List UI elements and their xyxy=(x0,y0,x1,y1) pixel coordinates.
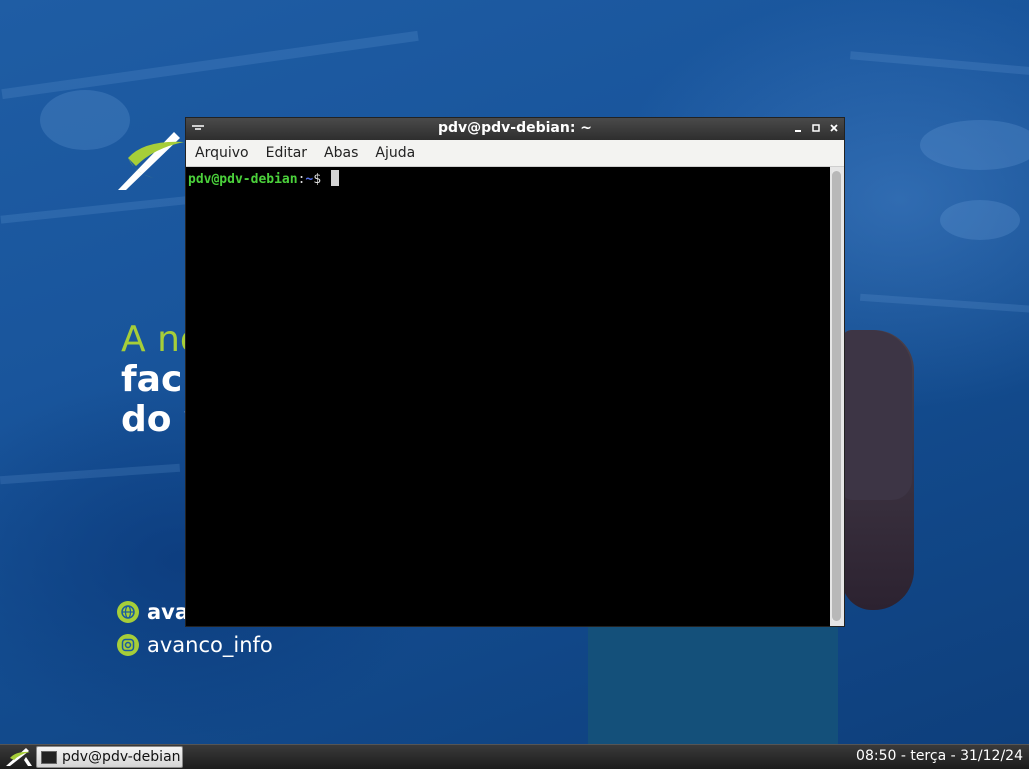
taskbar-terminal-label: pdv@pdv-debian... xyxy=(62,749,183,765)
wallpaper-shelf xyxy=(859,293,1029,314)
wallpaper-blur xyxy=(940,200,1020,240)
menu-arquivo[interactable]: Arquivo xyxy=(187,145,257,161)
terminal-icon xyxy=(41,750,57,764)
wallpaper-shelf xyxy=(850,51,1029,77)
scrollbar-thumb[interactable] xyxy=(832,171,841,621)
close-icon xyxy=(830,124,838,132)
close-button[interactable] xyxy=(828,121,840,135)
terminal-window[interactable]: pdv@pdv-debian: ~ Arquivo Editar Abas Aj… xyxy=(186,118,844,626)
social-instagram: avanco_info xyxy=(117,633,273,657)
taskbar-clock[interactable]: 08:50 - terça - 31/12/24 xyxy=(856,748,1023,764)
avanco-logo xyxy=(118,132,184,190)
terminal-scrollbar[interactable] xyxy=(830,167,844,626)
menu-bar: Arquivo Editar Abas Ajuda xyxy=(186,140,844,167)
menu-editar[interactable]: Editar xyxy=(258,145,315,161)
window-title: pdv@pdv-debian: ~ xyxy=(437,120,593,136)
prompt-symbol: $ xyxy=(313,172,322,187)
maximize-icon xyxy=(812,124,820,132)
prompt-user-host: pdv@pdv-debian xyxy=(188,172,298,187)
taskbar-terminal-button[interactable]: pdv@pdv-debian... xyxy=(36,746,183,768)
terminal-output[interactable]: pdv@pdv-debian:~$ xyxy=(186,167,830,626)
social-instagram-text: avanco_info xyxy=(147,633,273,657)
wallpaper-shelf xyxy=(0,463,181,485)
start-menu-button[interactable] xyxy=(4,747,34,767)
menu-ajuda[interactable]: Ajuda xyxy=(367,145,423,161)
window-titlebar[interactable]: pdv@pdv-debian: ~ xyxy=(186,118,844,140)
menu-abas[interactable]: Abas xyxy=(316,145,366,161)
shell-prompt: pdv@pdv-debian:~$ xyxy=(188,170,339,187)
wallpaper-blur xyxy=(920,120,1029,170)
minimize-button[interactable] xyxy=(792,121,804,135)
minimize-icon xyxy=(795,130,801,132)
globe-icon xyxy=(117,601,139,623)
wallpaper-person-sleeve xyxy=(842,330,912,500)
maximize-button[interactable] xyxy=(810,121,822,135)
text-cursor xyxy=(330,170,339,186)
taskbar: pdv@pdv-debian... 08:50 - terça - 31/12/… xyxy=(0,744,1029,769)
wallpaper-shelf xyxy=(1,30,419,100)
instagram-icon xyxy=(117,634,139,656)
wallpaper-person-shirt xyxy=(588,620,838,744)
